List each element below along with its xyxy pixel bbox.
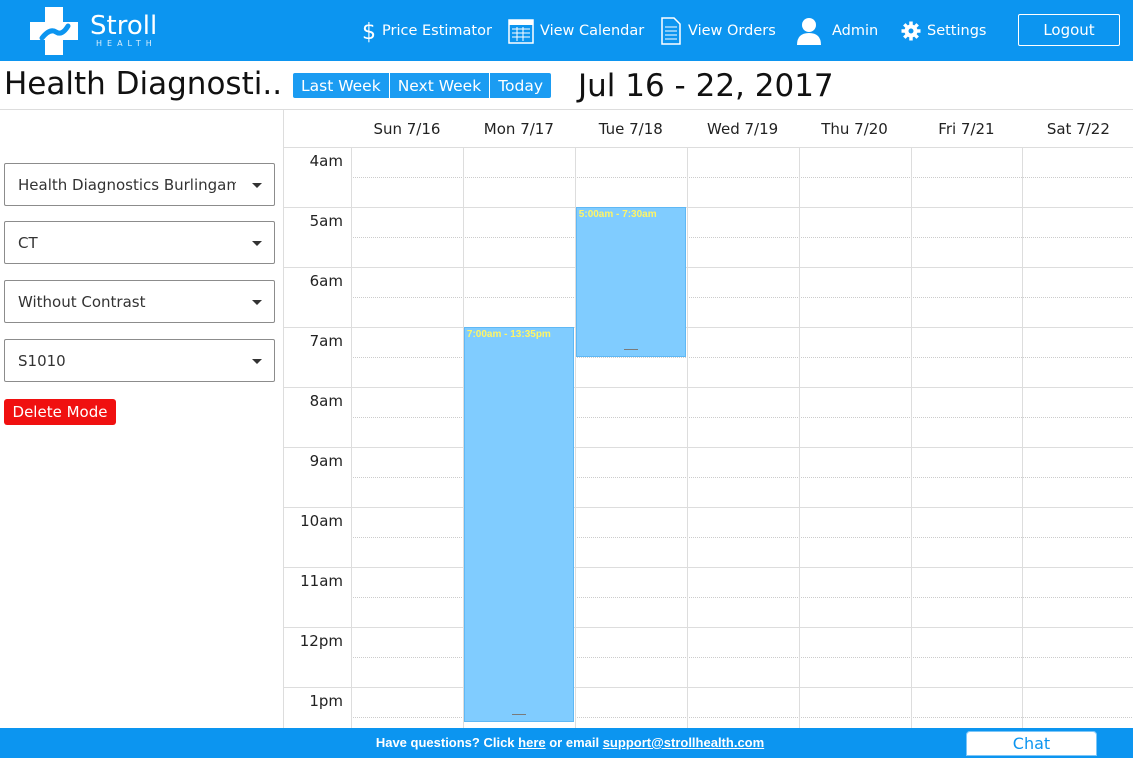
hour-gridline <box>284 447 1133 448</box>
date-range-title: Jul 16 - 22, 2017 <box>578 68 834 104</box>
stroll-health-logo[interactable]: Stroll HEALTH <box>26 0 157 61</box>
nav-label: Price Estimator <box>382 22 492 39</box>
appointment-time-label: 7:00am - 13:35pm <box>466 329 551 340</box>
location-select[interactable]: Health Diagnostics Burlingame <box>4 163 275 206</box>
delete-mode-button[interactable]: Delete Mode <box>4 399 116 425</box>
code-select[interactable]: S1010 <box>4 339 275 382</box>
nav-view-calendar[interactable]: View Calendar <box>508 0 644 61</box>
user-icon <box>796 16 822 46</box>
hour-gridline <box>284 327 1133 328</box>
document-icon <box>660 16 682 46</box>
page-title: Health Diagnosti... <box>4 66 282 102</box>
time-label: 11am <box>300 572 343 590</box>
day-column-divider <box>910 147 912 728</box>
day-column-divider <box>351 147 352 728</box>
logo-cross-icon <box>26 3 82 59</box>
hour-gridline <box>284 627 1133 628</box>
nav-price-estimator[interactable]: $ Price Estimator <box>362 0 492 61</box>
footer-prefix: Have questions? Click <box>375 735 519 750</box>
time-label: 6am <box>309 272 343 290</box>
hour-gridline <box>284 387 1133 388</box>
next-week-button[interactable]: Next Week <box>389 73 491 98</box>
brand-tagline: HEALTH <box>96 39 157 48</box>
day-header: Fri 7/21 <box>938 120 995 138</box>
day-column-divider <box>686 147 688 728</box>
resize-handle[interactable] <box>511 713 526 715</box>
support-email-link[interactable]: support@strollhealth.com <box>603 735 764 750</box>
half-hour-gridline <box>351 297 1133 298</box>
select-value: Health Diagnostics Burlingame <box>18 175 236 194</box>
nav-label: Settings <box>927 22 987 39</box>
day-header: Tue 7/18 <box>598 120 663 138</box>
day-header: Sat 7/22 <box>1046 120 1110 138</box>
day-column-divider <box>798 147 800 728</box>
svg-text:$: $ <box>362 20 376 44</box>
appointment-block[interactable]: 5:00am - 7:30am <box>575 207 686 357</box>
time-label: 9am <box>309 452 343 470</box>
modality-select[interactable]: CT <box>4 221 275 264</box>
day-header: Thu 7/20 <box>821 120 888 138</box>
week-calendar: 4am 5am 6am 7am 8am 9am 10am 11am 12pm 1pm 7:00am … <box>283 110 1133 728</box>
select-value: S1010 <box>18 351 66 370</box>
footer-middle: or email <box>545 735 603 750</box>
caret-down-icon <box>252 359 262 364</box>
nav-label: View Calendar <box>540 22 645 39</box>
week-navigation: Last Week Next Week Today <box>293 73 552 98</box>
day-header: Wed 7/19 <box>707 120 779 138</box>
time-label: 8am <box>309 392 343 410</box>
contrast-select[interactable]: Without Contrast <box>4 280 275 323</box>
select-value: Without Contrast <box>18 292 146 311</box>
calendar-icon <box>508 17 534 45</box>
last-week-button[interactable]: Last Week <box>293 73 390 98</box>
help-link[interactable]: here <box>518 735 545 750</box>
time-label: 10am <box>300 512 343 530</box>
day-column-divider <box>1022 147 1024 728</box>
hour-gridline <box>284 507 1133 508</box>
dollar-icon: $ <box>362 18 376 44</box>
time-label: 5am <box>309 212 343 230</box>
nav-label: Admin <box>832 22 879 39</box>
time-label: 4am <box>309 152 343 170</box>
appointment-time-label: 5:00am - 7:30am <box>578 209 657 220</box>
time-label: 1pm <box>309 692 343 710</box>
time-label: 7am <box>309 332 343 350</box>
top-nav-bar: Stroll HEALTH $ Price Estimator View Cal… <box>0 0 1133 61</box>
time-label: 12pm <box>299 632 343 650</box>
hour-gridline <box>284 267 1133 268</box>
caret-down-icon <box>252 183 262 188</box>
hour-gridline <box>284 207 1133 208</box>
hour-gridline <box>284 687 1133 688</box>
nav-label: View Orders <box>688 22 776 39</box>
nav-view-orders[interactable]: View Orders <box>660 0 776 61</box>
day-header: Mon 7/17 <box>483 120 554 138</box>
nav-admin[interactable]: Admin <box>796 0 878 61</box>
chat-button[interactable]: Chat <box>964 729 1099 758</box>
select-value: CT <box>18 233 38 252</box>
day-header: Sun 7/16 <box>373 120 441 138</box>
logout-button[interactable]: Logout <box>1018 14 1120 46</box>
half-hour-gridline <box>351 177 1133 178</box>
caret-down-icon <box>252 300 262 305</box>
brand-name: Stroll <box>90 11 158 41</box>
half-hour-gridline <box>351 237 1133 238</box>
appointment-block[interactable]: 7:00am - 13:35pm <box>463 327 574 722</box>
resize-handle[interactable] <box>623 349 638 350</box>
today-button[interactable]: Today <box>490 73 552 98</box>
calendar-grid: 4am 5am 6am 7am 8am 9am 10am 11am 12pm 1pm 7:00am … <box>284 147 1133 728</box>
gear-icon <box>901 21 921 41</box>
caret-down-icon <box>252 241 262 246</box>
hour-gridline <box>284 567 1133 568</box>
nav-settings[interactable]: Settings <box>901 0 986 61</box>
hour-gridline <box>284 147 1133 148</box>
